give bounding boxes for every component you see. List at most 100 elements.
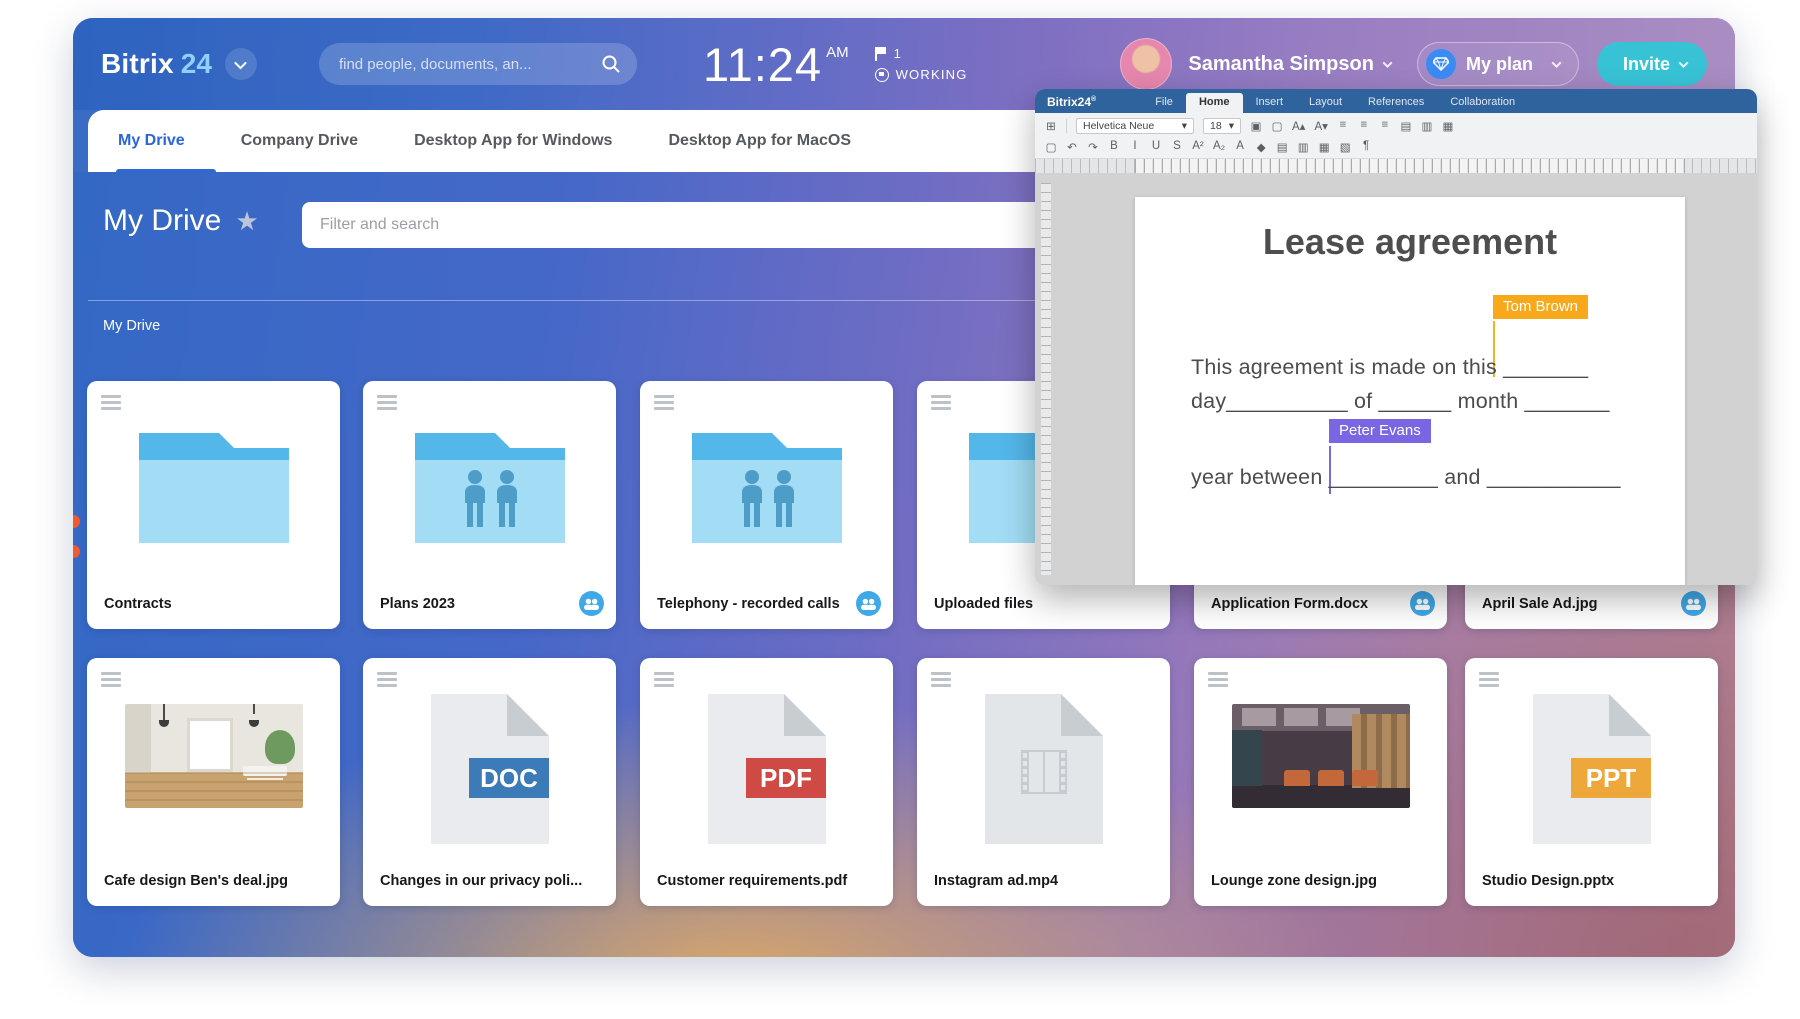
file-card-plans-2023[interactable]: Plans 2023: [363, 381, 616, 629]
editor-tab-references[interactable]: References: [1355, 93, 1437, 113]
tab-desktop-app-windows[interactable]: Desktop App for Windows: [414, 132, 612, 150]
logo-text: Bitrix: [101, 48, 174, 80]
invite-button[interactable]: Invite: [1597, 42, 1707, 86]
horizontal-ruler: [1035, 159, 1757, 173]
document-title: Lease agreement: [1135, 221, 1685, 263]
tab-company-drive[interactable]: Company Drive: [241, 132, 358, 150]
file-name: Changes in our privacy poli...: [363, 856, 616, 906]
print-icon[interactable]: ⊞: [1045, 119, 1057, 133]
user-name: Samantha Simpson: [1188, 53, 1374, 76]
svg-text:PDF: PDF: [760, 763, 812, 793]
clock[interactable]: 11:24 AM: [703, 41, 849, 88]
svg-text:PPT: PPT: [1585, 763, 1636, 793]
font-family-select[interactable]: Helvetica Neue▾: [1076, 118, 1194, 134]
ppt-file-icon: PPT: [1533, 694, 1651, 844]
star-icon[interactable]: ★: [235, 208, 258, 234]
flag-count: 1: [894, 46, 901, 61]
editor-logo: Bitrix24®: [1047, 95, 1096, 109]
svg-text:DOC: DOC: [480, 763, 538, 793]
folder-icon: [139, 425, 289, 543]
bitrix24-logo[interactable]: Bitrix 24: [101, 48, 257, 80]
card-menu-icon[interactable]: [654, 672, 674, 690]
doc-file-icon: DOC: [431, 694, 549, 844]
card-menu-icon[interactable]: [1208, 672, 1228, 690]
breadcrumb[interactable]: My Drive: [103, 318, 160, 334]
toolbar-buttons-row2[interactable]: ▢↶↷BIUSA²A₂A◆▤▥▦▧¶: [1045, 140, 1372, 154]
file-card-lounge-zone[interactable]: Lounge zone design.jpg: [1194, 658, 1447, 906]
clock-meridiem: AM: [826, 44, 849, 61]
card-menu-icon[interactable]: [377, 672, 397, 690]
editor-tab-layout[interactable]: Layout: [1296, 93, 1355, 113]
video-file-icon: [985, 694, 1103, 844]
card-menu-icon[interactable]: [931, 672, 951, 690]
vertical-ruler: [1041, 183, 1051, 575]
shared-badge-icon: [579, 591, 604, 616]
font-size-select[interactable]: 18▾: [1203, 118, 1241, 134]
document-page[interactable]: Lease agreement Tom Brown This agreement…: [1135, 197, 1685, 585]
record-icon: [875, 68, 889, 82]
file-card-customer-requirements[interactable]: PDF Customer requirements.pdf: [640, 658, 893, 906]
shared-badge-icon: [1681, 591, 1706, 616]
pdf-file-icon: PDF: [708, 694, 826, 844]
collab-cursor-tom-brown: Tom Brown: [1493, 295, 1588, 319]
search-input[interactable]: [339, 56, 601, 73]
editor-tab-collaboration[interactable]: Collaboration: [1437, 93, 1528, 113]
my-plan-button[interactable]: My plan: [1417, 42, 1579, 86]
chevron-down-icon: [1552, 58, 1562, 68]
card-menu-icon[interactable]: [101, 672, 121, 690]
file-name: Uploaded files: [917, 579, 1170, 629]
shared-folder-icon: [415, 425, 565, 543]
my-plan-label: My plan: [1466, 54, 1533, 75]
editor-tab-insert[interactable]: Insert: [1243, 93, 1297, 113]
card-menu-icon[interactable]: [1479, 672, 1499, 690]
editor-menu-tabs: File Home Insert Layout References Colla…: [1142, 93, 1528, 113]
editor-toolbar: ⊞ Helvetica Neue▾ 18▾ ▣▢A▴A▾≡≡≡▤▥▦ ▢↶↷BI…: [1035, 113, 1757, 159]
shared-badge-icon: [1410, 591, 1435, 616]
file-card-instagram-ad[interactable]: Instagram ad.mp4: [917, 658, 1170, 906]
file-card-cafe-design[interactable]: Cafe design Ben's deal.jpg: [87, 658, 340, 906]
tab-desktop-app-macos[interactable]: Desktop App for MacOS: [668, 132, 851, 150]
file-name: Contracts: [87, 579, 340, 629]
toolbar-buttons-row1[interactable]: ▣▢A▴A▾≡≡≡▤▥▦: [1250, 119, 1454, 133]
shared-badge-icon: [856, 591, 881, 616]
flag-icon: [875, 47, 887, 61]
tab-my-drive[interactable]: My Drive: [118, 132, 185, 150]
file-card-privacy-policy[interactable]: DOC Changes in our privacy poli...: [363, 658, 616, 906]
shared-folder-icon: [692, 425, 842, 543]
document-line: This agreement is made on this _______: [1191, 355, 1588, 380]
file-name: Studio Design.pptx: [1465, 856, 1718, 906]
document-line: day__________ of ______ month _______: [1191, 389, 1610, 414]
avatar[interactable]: [1120, 38, 1172, 90]
search-icon[interactable]: [601, 54, 621, 74]
file-name: Instagram ad.mp4: [917, 856, 1170, 906]
document-line: year between _________ and ___________: [1191, 465, 1621, 490]
file-card-contracts[interactable]: Contracts: [87, 381, 340, 629]
diamond-icon: [1426, 49, 1456, 79]
card-menu-icon[interactable]: [101, 395, 121, 413]
file-name: Cafe design Ben's deal.jpg: [87, 856, 340, 906]
search-box[interactable]: [319, 43, 637, 85]
logo-number: 24: [181, 48, 212, 80]
work-status[interactable]: 1 WORKING: [875, 46, 968, 82]
chevron-down-icon: [1383, 58, 1393, 68]
editor-document-area: Lease agreement Tom Brown This agreement…: [1035, 173, 1757, 585]
notification-dot: [73, 515, 80, 528]
chevron-down-icon[interactable]: [225, 48, 257, 80]
clock-time: 11:24: [703, 41, 822, 88]
card-menu-icon[interactable]: [654, 395, 674, 413]
card-menu-icon[interactable]: [931, 395, 951, 413]
screen: Bitrix 24 11:24 AM 1: [0, 0, 1800, 1019]
lounge-photo-thumbnail: [1232, 704, 1410, 808]
working-label: WORKING: [896, 67, 968, 82]
file-card-studio-design[interactable]: PPT Studio Design.pptx: [1465, 658, 1718, 906]
film-strip-glyph: [1021, 750, 1067, 794]
editor-tab-home[interactable]: Home: [1186, 93, 1243, 113]
file-name: Lounge zone design.jpg: [1194, 856, 1447, 906]
file-card-telephony[interactable]: Telephony - recorded calls: [640, 381, 893, 629]
file-name: Customer requirements.pdf: [640, 856, 893, 906]
invite-label: Invite: [1623, 54, 1670, 75]
card-menu-icon[interactable]: [377, 395, 397, 413]
user-menu[interactable]: Samantha Simpson: [1188, 53, 1391, 76]
editor-tab-file[interactable]: File: [1142, 93, 1186, 113]
page-title: My Drive ★: [103, 204, 259, 238]
